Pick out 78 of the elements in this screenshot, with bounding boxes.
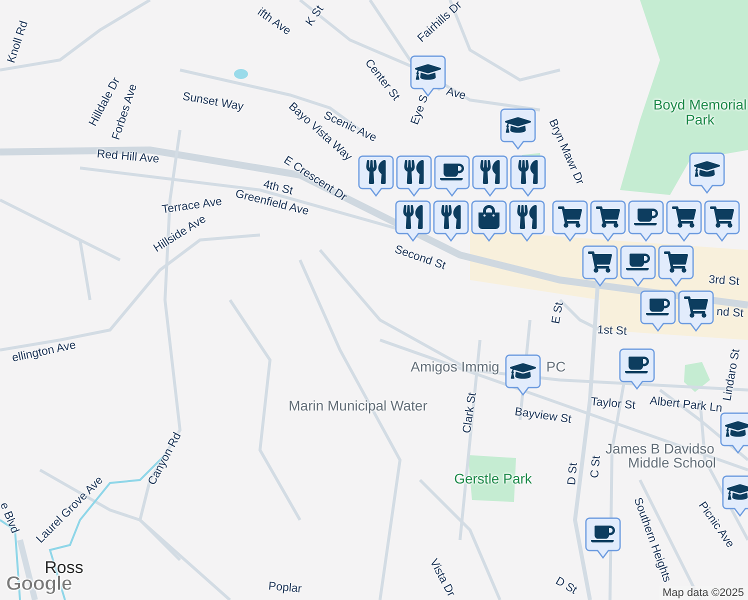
pond <box>234 69 248 79</box>
restaurant-marker[interactable] <box>396 155 432 197</box>
park-label: Gerstle Park <box>453 472 533 486</box>
fork-knife-icon <box>364 160 388 184</box>
street-label: Lindaro St <box>722 348 742 402</box>
restaurant-marker[interactable] <box>472 155 508 197</box>
street-label: Poplar <box>268 580 302 596</box>
grocery-marker[interactable] <box>666 200 702 242</box>
street-label: Vista Dr <box>427 557 457 599</box>
cafe-marker[interactable] <box>585 517 621 559</box>
shopping-cart-icon <box>664 250 688 274</box>
cafe-marker[interactable] <box>619 348 655 390</box>
street-label: 1st St <box>597 324 627 338</box>
park-area <box>684 362 710 392</box>
place-label: James B Davidso <box>606 442 714 456</box>
fork-knife-icon <box>402 160 426 184</box>
street-label: Albert Park Ln <box>649 395 723 415</box>
fork-knife-icon <box>478 160 502 184</box>
cafe-marker[interactable] <box>620 245 656 287</box>
school-marker[interactable] <box>505 354 541 396</box>
street-label: Red Hill Ave <box>96 148 160 166</box>
school-marker[interactable] <box>720 412 748 454</box>
cafe-marker[interactable] <box>628 200 664 242</box>
place-label: Middle School <box>628 456 716 470</box>
street-label: Eye S <box>409 94 431 126</box>
cafe-marker[interactable] <box>640 290 676 332</box>
street-label: E St <box>550 301 566 325</box>
shopping-bag-icon <box>477 205 501 229</box>
restaurant-marker[interactable] <box>510 155 546 197</box>
school-marker[interactable] <box>500 108 536 150</box>
street-label: K St <box>304 4 326 28</box>
street-label: Clark St <box>461 392 479 434</box>
shopping-cart-icon <box>684 295 708 319</box>
park-label: Boyd Memorial Park <box>652 97 748 127</box>
street-label: nd St <box>716 306 744 320</box>
street-label: Taylor St <box>590 396 636 412</box>
street-label: D St <box>566 462 580 486</box>
place-label: PC <box>546 360 566 374</box>
grocery-marker[interactable] <box>678 290 714 332</box>
street-label: e Blvd <box>0 500 21 536</box>
fork-knife-icon <box>516 160 540 184</box>
fork-knife-icon <box>401 205 425 229</box>
fork-knife-icon <box>439 205 463 229</box>
school-marker[interactable] <box>722 475 748 517</box>
shopping-cart-icon <box>710 205 734 229</box>
shopping-cart-icon <box>672 205 696 229</box>
street-label: Knoll Rd <box>6 19 30 65</box>
school-marker[interactable] <box>410 55 446 97</box>
street-label: Sunset Way <box>182 90 244 114</box>
grocery-marker[interactable] <box>704 200 740 242</box>
street-label: Terrace Ave <box>161 196 223 216</box>
place-label: Amigos Immig <box>410 360 500 374</box>
restaurant-marker[interactable] <box>395 200 431 242</box>
restaurant-marker[interactable] <box>509 200 545 242</box>
shopping-cart-icon <box>588 250 612 274</box>
street-label: D St <box>553 575 579 597</box>
school-marker[interactable] <box>689 152 725 194</box>
street-label: ifth Ave <box>255 6 293 38</box>
grocery-marker[interactable] <box>658 245 694 287</box>
restaurant-marker[interactable] <box>358 155 394 197</box>
place-label: Marin Municipal Water <box>288 398 428 414</box>
grocery-marker[interactable] <box>582 245 618 287</box>
street-label: Ave <box>444 86 468 102</box>
street-label: 3rd St <box>708 274 740 288</box>
street-label: Second St <box>392 244 448 272</box>
shopping-cart-icon <box>596 205 620 229</box>
cafe-marker[interactable] <box>434 155 470 197</box>
street-label: Bryn Mawr Dr <box>546 117 586 187</box>
shopping-cart-icon <box>558 205 582 229</box>
street-label: C St <box>589 455 603 479</box>
town-label: Ross <box>44 559 84 577</box>
street-label: ellington Ave <box>10 339 78 365</box>
fork-knife-icon <box>515 205 539 229</box>
grocery-marker[interactable] <box>590 200 626 242</box>
grocery-marker[interactable] <box>552 200 588 242</box>
street-label: Bayview St <box>514 406 572 426</box>
shopping-marker[interactable] <box>471 200 507 242</box>
restaurant-marker[interactable] <box>433 200 469 242</box>
